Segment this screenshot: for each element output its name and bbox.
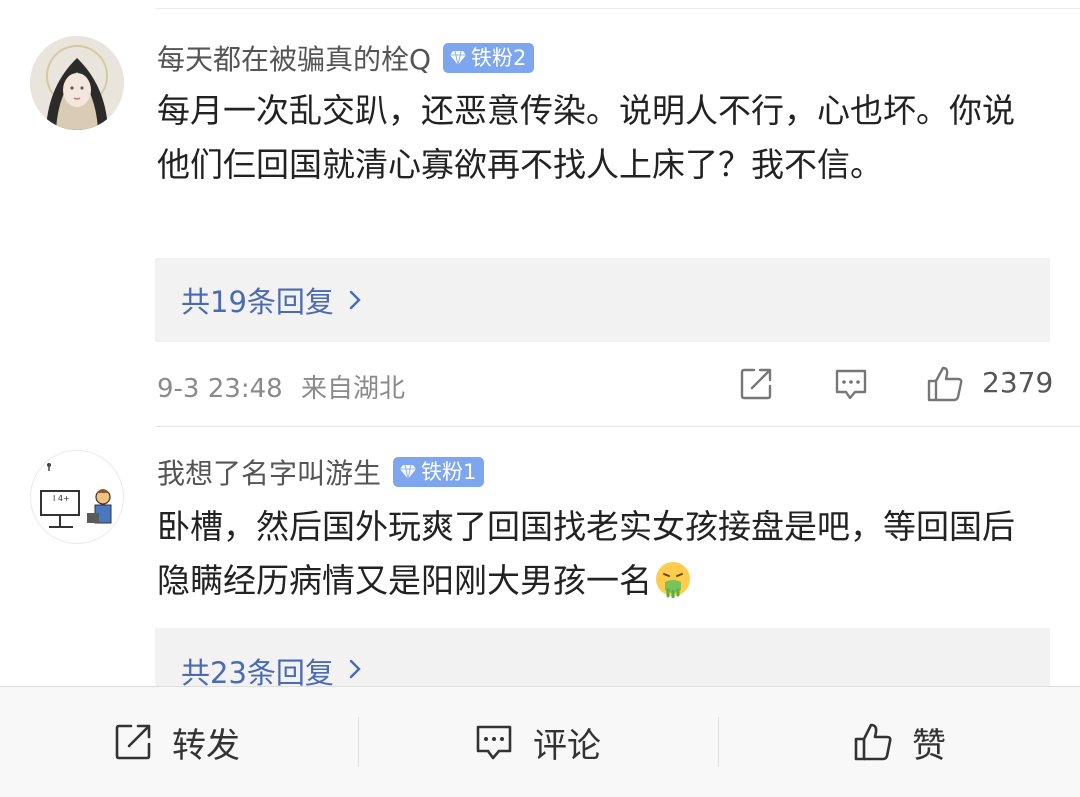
username[interactable]: 我想了名字叫游生 铁粉1 <box>157 452 485 492</box>
timestamp: 9-3 23:48 <box>157 374 283 404</box>
avatar[interactable] <box>30 36 124 130</box>
fan-badge[interactable]: 铁粉2 <box>443 43 535 73</box>
like-icon <box>854 723 892 761</box>
comment-text: 每月一次乱交趴，还恶意传染。说明人不行，心也坏。你说他们仨回国就清心寡欲再不找人… <box>157 91 1015 184</box>
replies-label[interactable]: 共19条回复 <box>181 279 334 321</box>
comment-button[interactable]: 评论 <box>473 687 601 797</box>
vomit-face-emoji <box>656 562 690 600</box>
like-count: 2379 <box>982 366 1054 399</box>
diamond-icon <box>400 464 417 480</box>
comment-meta: 9-3 23:48 来自湖北 <box>157 368 405 405</box>
comment-label[interactable]: 评论 <box>533 718 601 767</box>
bar-divider <box>358 717 359 767</box>
avatar[interactable]: I 4+ <box>30 450 124 544</box>
repost-button[interactable]: 转发 <box>112 687 240 797</box>
username[interactable]: 每天都在被骗真的栓Q 铁粉2 <box>157 38 535 78</box>
username-text[interactable]: 我想了名字叫游生 <box>157 452 381 492</box>
repost-icon[interactable] <box>738 366 774 402</box>
location: 来自湖北 <box>300 374 405 404</box>
like-button[interactable]: 赞 <box>852 687 946 797</box>
replies-link[interactable]: 共23条回复 <box>155 628 1050 690</box>
bar-divider <box>718 717 719 767</box>
username-text[interactable]: 每天都在被骗真的栓Q <box>157 38 431 78</box>
chevron-right-icon <box>349 290 361 310</box>
comment-divider <box>155 426 1080 427</box>
comment-text: 卧槽，然后国外玩爽了回国找老实女孩接盘是吧，等回国后隐瞒经历病情又是阳刚大男孩一… <box>157 500 1037 608</box>
comment-text-content: 卧槽，然后国外玩爽了回国找老实女孩接盘是吧，等回国后隐瞒经历病情又是阳刚大男孩一… <box>157 507 1015 600</box>
chevron-right-icon <box>349 659 361 679</box>
replies-link[interactable]: 共19条回复 <box>155 258 1050 342</box>
fan-badge[interactable]: 铁粉1 <box>393 457 485 487</box>
fan-badge-label: 铁粉2 <box>471 46 527 70</box>
fan-badge-label: 铁粉1 <box>421 460 477 484</box>
like-label[interactable]: 赞 <box>912 718 946 767</box>
bottom-action-bar: 转发 评论 赞 <box>0 686 1080 797</box>
repost-icon <box>115 724 151 760</box>
repost-label[interactable]: 转发 <box>172 718 240 767</box>
comment-icon <box>476 725 512 760</box>
diamond-icon <box>450 50 467 66</box>
top-divider <box>155 8 1080 9</box>
comment-icon[interactable] <box>833 366 869 402</box>
svg-text:I 4+: I 4+ <box>53 494 70 503</box>
like-icon[interactable] <box>925 364 965 404</box>
